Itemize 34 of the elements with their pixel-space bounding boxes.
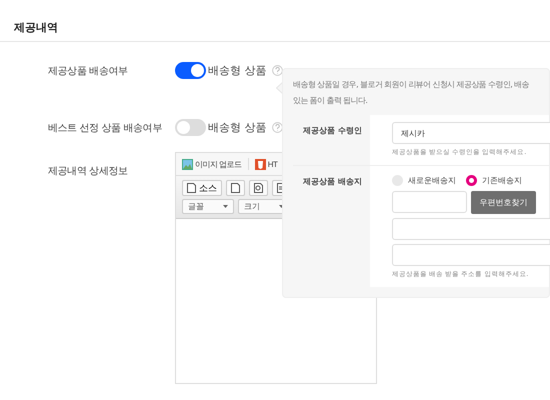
html-tab[interactable]: HT — [254, 158, 278, 170]
zip-input[interactable] — [392, 191, 467, 213]
toggle-switch[interactable] — [175, 119, 206, 136]
help-icon[interactable] — [272, 65, 282, 76]
toggle-label: 배송형 상품 — [208, 63, 266, 78]
popover-description: 있는 폼이 출력 됩니다. — [293, 95, 368, 107]
address-detail-input[interactable] — [392, 244, 550, 266]
field-label: 베스트 선정 상품 배송여부 — [47, 122, 163, 134]
field-label: 제공내역 상세정보 — [47, 165, 129, 179]
form-label: 제공상품 수령인 — [303, 126, 362, 135]
field-label: 제공상품 배송여부 — [47, 64, 129, 78]
radio-option[interactable]: 새로운배송지 — [392, 174, 456, 186]
toggle-switch[interactable] — [175, 62, 206, 79]
new-document-button[interactable] — [226, 180, 245, 196]
popover-description: 배송형 상품일 경우, 블로거 회원이 리뷰어 신청시 제공상품 수령인, 배송 — [293, 79, 530, 91]
address-input[interactable] — [392, 218, 550, 240]
source-button[interactable]: 소스 — [182, 180, 222, 196]
picture-icon — [182, 158, 193, 170]
document-icon — [187, 183, 196, 193]
preview-button[interactable] — [249, 180, 268, 196]
document-icon — [231, 183, 240, 193]
shield-icon — [254, 158, 266, 170]
magnifier-document-icon — [254, 183, 263, 193]
help-icon[interactable] — [272, 122, 282, 133]
recipient-input[interactable]: 제시카 — [392, 122, 550, 144]
form-label: 제공상품 배송지 — [303, 177, 362, 186]
dropdown[interactable]: 글꼴 — [182, 199, 234, 214]
radio-option[interactable]: 기존배송지 — [466, 174, 522, 186]
zip-search-button[interactable]: 우편번호찾기 — [471, 191, 536, 214]
caret-icon — [223, 205, 228, 208]
image-upload-tab[interactable]: 이미지 업로드 — [182, 158, 242, 170]
section-title: 제공내역 — [14, 21, 58, 34]
radio-button[interactable] — [466, 174, 477, 186]
toggle-label: 배송형 상품 — [208, 120, 266, 135]
